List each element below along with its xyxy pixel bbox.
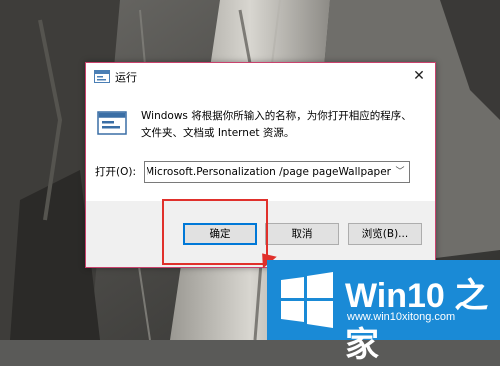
- ok-button[interactable]: 确定: [183, 223, 257, 245]
- description: Windows 将根据你所输入的名称，为你打开相应的程序、 文件夹、文档或 In…: [141, 108, 421, 142]
- description-line-1: Windows 将根据你所输入的名称，为你打开相应的程序、: [141, 110, 412, 122]
- close-button[interactable]: ✕: [408, 66, 430, 86]
- titlebar[interactable]: 运行 ✕: [86, 63, 435, 91]
- run-app-icon: [94, 70, 110, 83]
- windows-logo-icon: [281, 272, 333, 328]
- cancel-button[interactable]: 取消: [265, 223, 339, 245]
- run-program-icon: [97, 111, 127, 135]
- watermark-url: www.win10xitong.com: [347, 311, 456, 323]
- open-combobox[interactable]: ﹀: [144, 161, 410, 183]
- browse-button[interactable]: 浏览(B)...: [348, 223, 422, 245]
- run-dialog: 运行 ✕ Windows 将根据你所输入的名称，为你打开相应的程序、 文件夹、文…: [85, 62, 436, 268]
- open-input[interactable]: [145, 162, 391, 182]
- description-line-2: 文件夹、文档或 Internet 资源。: [141, 127, 295, 139]
- dialog-title: 运行: [115, 71, 137, 84]
- close-icon: ✕: [413, 68, 425, 84]
- open-label: 打开(O):: [95, 166, 136, 178]
- chevron-down-icon[interactable]: ﹀: [392, 162, 408, 182]
- watermark-logo: Win10 之家 www.win10xitong.com: [267, 260, 500, 364]
